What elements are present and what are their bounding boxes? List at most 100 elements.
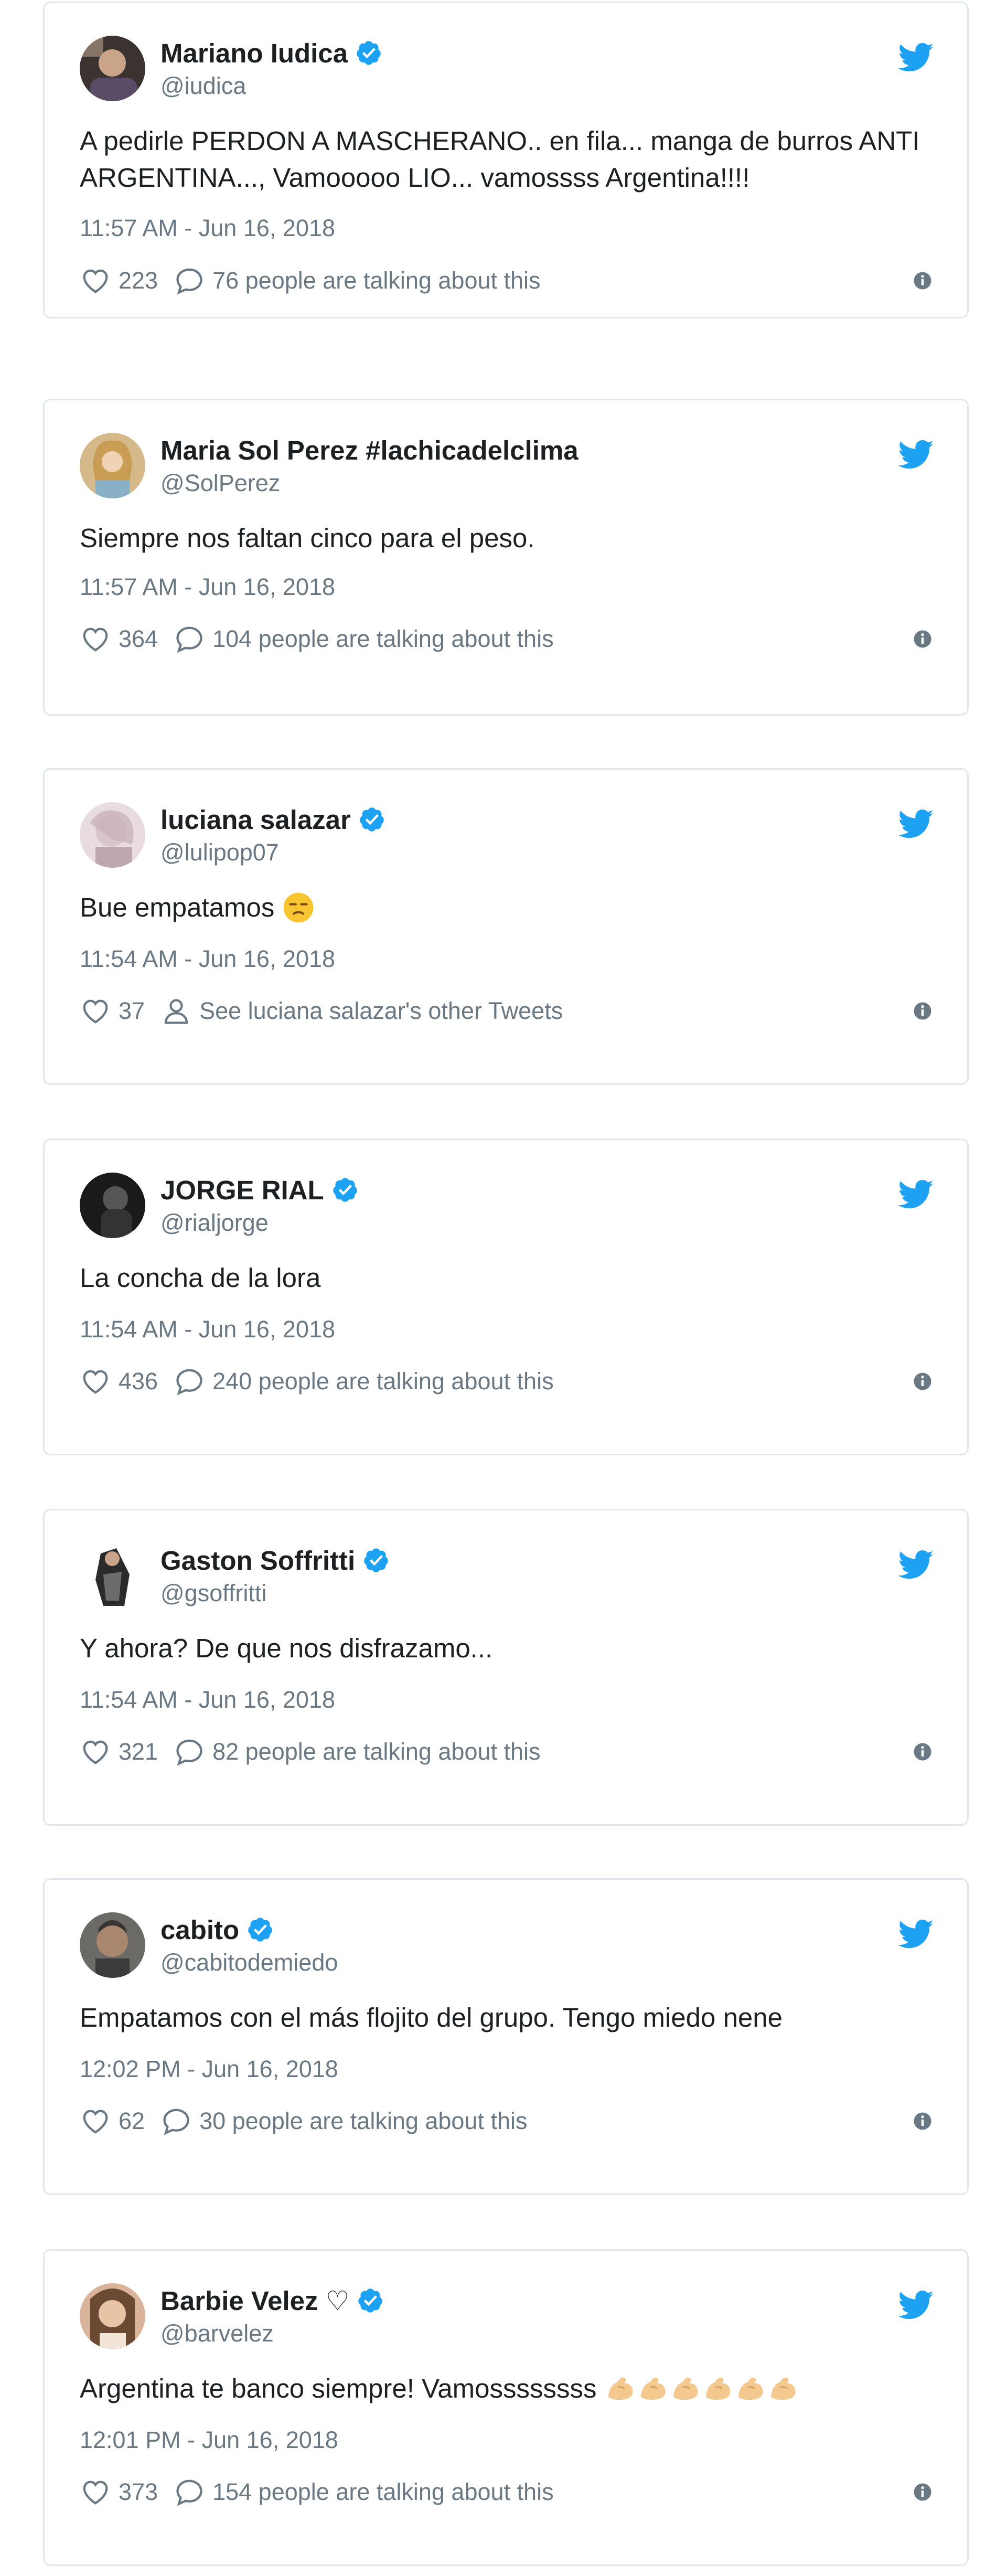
- tweet-text: Siempre nos faltan cinco para el peso.: [80, 523, 535, 553]
- verified-badge-icon: [333, 1178, 357, 1202]
- heart-icon[interactable]: [80, 2476, 111, 2508]
- heart-icon[interactable]: [80, 623, 111, 655]
- avatar[interactable]: [80, 1173, 145, 1238]
- twitter-bird-icon[interactable]: [898, 440, 934, 470]
- display-name[interactable]: Gaston Soffritti: [160, 1545, 390, 1577]
- display-name[interactable]: cabito: [160, 1914, 274, 1946]
- like-count[interactable]: 37: [119, 997, 145, 1025]
- display-name[interactable]: luciana salazar: [160, 804, 385, 836]
- avatar[interactable]: [80, 433, 145, 498]
- action-link[interactable]: 240 people are talking about this: [212, 1368, 553, 1395]
- like-count[interactable]: 223: [119, 267, 158, 294]
- tweet-text: Argentina te banco siempre! Vamossssssss: [80, 2370, 929, 2407]
- like-count[interactable]: 373: [119, 2478, 158, 2506]
- info-icon[interactable]: [913, 271, 932, 290]
- display-name-text[interactable]: Barbie Velez ♡: [160, 2286, 349, 2316]
- comment-icon[interactable]: [174, 1366, 205, 1397]
- twitter-bird-icon[interactable]: [898, 2290, 934, 2320]
- avatar[interactable]: [80, 802, 145, 868]
- handle[interactable]: @gsoffritti: [160, 1580, 266, 1607]
- display-name[interactable]: Mariano Iudica: [160, 38, 382, 69]
- action-link[interactable]: 104 people are talking about this: [212, 625, 553, 653]
- tweet-card[interactable]: cabito @cabitodemiedo Empatamos con el m…: [43, 1878, 969, 2195]
- tweet-text: Empatamos con el más flojito del grupo. …: [80, 2003, 783, 2032]
- display-name-text[interactable]: cabito: [160, 1915, 239, 1945]
- flexed-biceps-icon: [640, 2377, 666, 2400]
- handle[interactable]: @SolPerez: [160, 470, 280, 497]
- handle[interactable]: @iudica: [160, 72, 246, 100]
- avatar[interactable]: [80, 2283, 145, 2349]
- display-name-text[interactable]: luciana salazar: [160, 805, 351, 835]
- person-icon[interactable]: [160, 995, 192, 1027]
- avatar[interactable]: [80, 1912, 145, 1978]
- action-link[interactable]: 30 people are talking about this: [199, 2107, 527, 2135]
- tweet-card[interactable]: JORGE RIAL @rialjorge La concha de la lo…: [43, 1138, 969, 1455]
- comment-icon[interactable]: [160, 2105, 192, 2137]
- handle[interactable]: @rialjorge: [160, 1209, 269, 1237]
- handle[interactable]: @barvelez: [160, 2320, 274, 2347]
- display-name-text[interactable]: Gaston Soffritti: [160, 1546, 355, 1576]
- handle[interactable]: @cabitodemiedo: [160, 1949, 338, 1976]
- twitter-bird-icon[interactable]: [898, 1919, 934, 1950]
- verified-badge-icon: [360, 807, 384, 832]
- timestamp[interactable]: 11:54 AM - Jun 16, 2018: [80, 1316, 335, 1343]
- tweet-card[interactable]: Barbie Velez ♡ @barvelez Argentina te ba…: [43, 2249, 969, 2566]
- comment-icon[interactable]: [174, 1736, 205, 1768]
- timestamp[interactable]: 11:54 AM - Jun 16, 2018: [80, 945, 335, 973]
- avatar[interactable]: [80, 36, 145, 101]
- info-icon[interactable]: [913, 1742, 932, 1761]
- action-link[interactable]: 76 people are talking about this: [212, 267, 540, 294]
- twitter-bird-icon[interactable]: [898, 1179, 934, 1210]
- action-bar: 62 30 people are talking about this: [80, 2104, 528, 2138]
- timestamp[interactable]: 12:01 PM - Jun 16, 2018: [80, 2426, 338, 2454]
- timestamp[interactable]: 11:57 AM - Jun 16, 2018: [80, 573, 335, 601]
- unamused-face-emoji-icon: [283, 892, 313, 923]
- page: { "colors": { "twitter_blue": "#1da1f2",…: [0, 0, 1007, 2576]
- heart-icon[interactable]: [80, 1736, 111, 1768]
- comment-icon[interactable]: [174, 2476, 205, 2508]
- info-icon[interactable]: [913, 2112, 932, 2131]
- info-icon[interactable]: [913, 1002, 932, 1020]
- tweet-text: La concha de la lora: [80, 1263, 321, 1293]
- tweet-text: A pedirle PERDON A MASCHERANO.. en fila.…: [80, 126, 920, 193]
- action-link[interactable]: 154 people are talking about this: [212, 2478, 553, 2506]
- like-count[interactable]: 436: [119, 1368, 158, 1395]
- handle[interactable]: @lulipop07: [160, 839, 279, 866]
- heart-icon[interactable]: [80, 265, 111, 296]
- display-name-text[interactable]: JORGE RIAL: [160, 1175, 324, 1205]
- comment-icon[interactable]: [174, 623, 205, 655]
- tweet-card[interactable]: luciana salazar @lulipop07 Bue empatamos…: [43, 768, 969, 1085]
- action-link[interactable]: See luciana salazar's other Tweets: [199, 997, 563, 1025]
- timestamp[interactable]: 12:02 PM - Jun 16, 2018: [80, 2056, 338, 2083]
- action-bar: 37 See luciana salazar's other Tweets: [80, 994, 563, 1028]
- timestamp[interactable]: 11:57 AM - Jun 16, 2018: [80, 215, 335, 242]
- flexed-biceps-icon: [608, 2377, 633, 2400]
- tweet-card[interactable]: Mariano Iudica @iudica A pedirle PERDON …: [43, 2, 969, 318]
- timestamp[interactable]: 11:54 AM - Jun 16, 2018: [80, 1686, 335, 1713]
- info-icon[interactable]: [913, 2483, 932, 2502]
- info-icon[interactable]: [913, 630, 932, 648]
- like-count[interactable]: 321: [119, 1738, 158, 1765]
- action-bar: 373 154 people are talking about this: [80, 2475, 554, 2509]
- twitter-bird-icon[interactable]: [898, 1550, 934, 1580]
- twitter-bird-icon[interactable]: [898, 809, 934, 839]
- verified-badge-icon: [358, 2288, 383, 2313]
- like-count[interactable]: 62: [119, 2107, 145, 2135]
- display-name[interactable]: Maria Sol Perez #lachicadelclima: [160, 435, 579, 466]
- tweet-card[interactable]: Maria Sol Perez #lachicadelclima @SolPer…: [43, 399, 969, 716]
- display-name-text[interactable]: Mariano Iudica: [160, 38, 348, 68]
- action-bar: 364 104 people are talking about this: [80, 622, 554, 656]
- display-name[interactable]: Barbie Velez ♡: [160, 2285, 384, 2317]
- action-link[interactable]: 82 people are talking about this: [212, 1738, 540, 1765]
- heart-icon[interactable]: [80, 2105, 111, 2137]
- heart-icon[interactable]: [80, 1366, 111, 1397]
- twitter-bird-icon[interactable]: [898, 42, 934, 73]
- info-icon[interactable]: [913, 1372, 932, 1391]
- like-count[interactable]: 364: [119, 625, 158, 653]
- tweet-card[interactable]: Gaston Soffritti @gsoffritti Y ahora? De…: [43, 1509, 969, 1826]
- avatar[interactable]: [80, 1543, 145, 1609]
- comment-icon[interactable]: [174, 265, 205, 296]
- display-name-text[interactable]: Maria Sol Perez #lachicadelclima: [160, 435, 579, 465]
- heart-icon[interactable]: [80, 995, 111, 1027]
- display-name[interactable]: JORGE RIAL: [160, 1175, 359, 1206]
